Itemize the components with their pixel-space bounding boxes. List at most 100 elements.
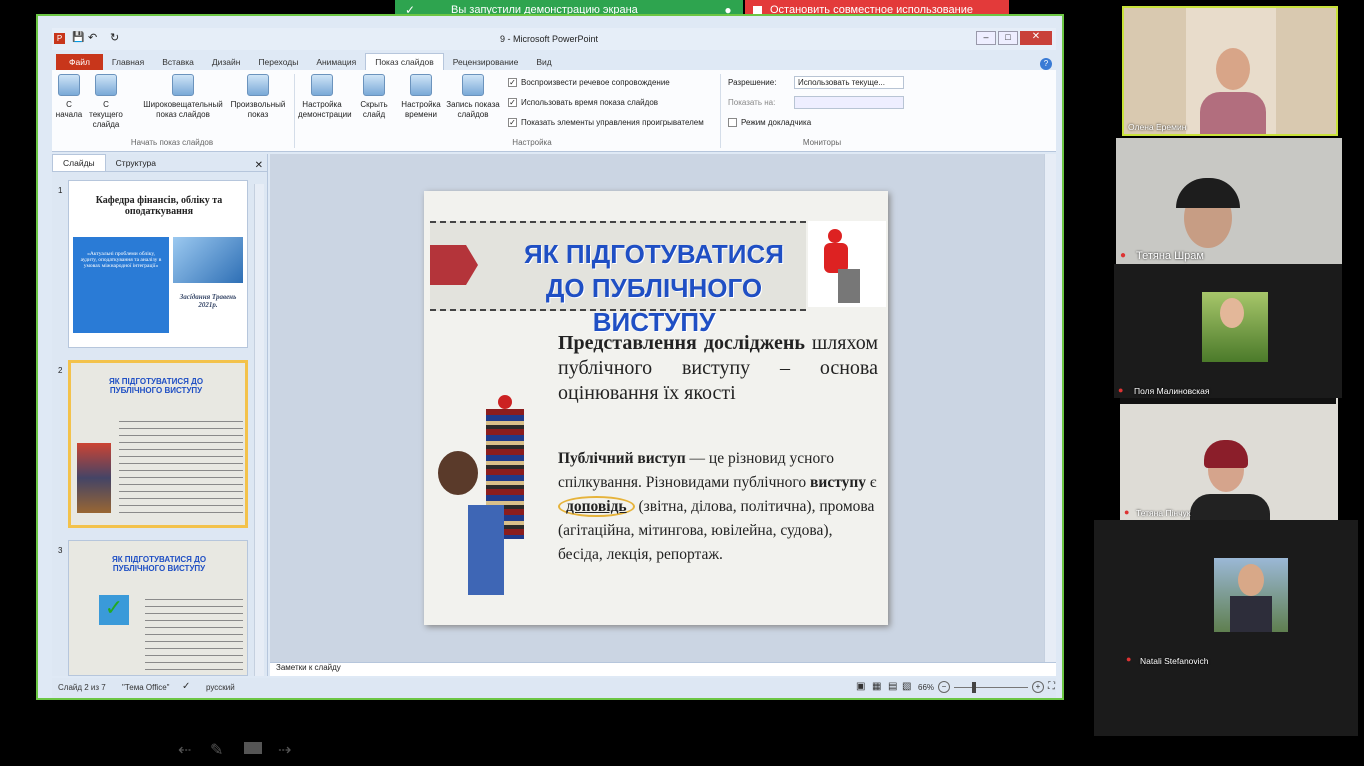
rehearse-timings-button[interactable]: Настройка времени (400, 74, 442, 120)
participant-name: Тетяна Шрам (1136, 250, 1204, 262)
slide-heading-line1: ЯК ПІДГОТУВАТИСЯ (524, 239, 784, 269)
tab-view[interactable]: Вид (527, 54, 560, 70)
group-label-monitors: Мониторы (802, 138, 842, 147)
tab-transitions[interactable]: Переходы (249, 54, 307, 70)
tab-design[interactable]: Дизайн (203, 54, 250, 70)
slideshow-view-icon[interactable]: ▧ (902, 681, 911, 692)
tab-review[interactable]: Рецензирование (444, 54, 528, 70)
custom-show-button[interactable]: Произвольный показ (228, 74, 288, 120)
narration-checkbox[interactable]: ✓ Воспроизвести речевое сопровождение (508, 78, 670, 87)
presenter-view-checkbox[interactable]: Режим докладчика (728, 118, 811, 127)
muted-mic-icon: ● (1124, 507, 1130, 517)
normal-view-icon[interactable]: ▣ (856, 681, 865, 692)
slide-thumbnail-3[interactable]: ЯК ПІДГОТУВАТИСЯ ДО ПУБЛІЧНОГО ВИСТУПУ ✓ (68, 540, 248, 676)
thumb-title: ЯК ПІДГОТУВАТИСЯ ДО ПУБЛІЧНОГО ВИСТУПУ (111, 555, 207, 573)
slide-heading-line2: ДО ПУБЛІЧНОГО ВИСТУПУ (545, 273, 763, 337)
zoom-level[interactable]: 66% (918, 683, 934, 692)
next-arrow-icon[interactable]: ⇢ (278, 740, 291, 760)
setup-show-button[interactable]: Настройка демонстрации (298, 74, 352, 120)
theme-name: "Тема Office" (122, 683, 170, 692)
slide-sorter-icon[interactable]: ▦ (872, 681, 881, 692)
participant-name: Natali Stefanovich (1140, 656, 1209, 666)
previous-arrow-icon[interactable]: ⇠ (178, 740, 191, 760)
books-stack-image (438, 395, 530, 595)
slide-scrollbar[interactable] (1044, 154, 1056, 662)
zoom-slider[interactable] (954, 687, 1028, 688)
ribbon-tabs: Файл Главная Вставка Дизайн Переходы Ани… (52, 50, 1056, 70)
from-current-button[interactable]: С текущего слайда (86, 74, 126, 130)
slides-pane: Слайды Структура ✕ 1 Кафедра фінансів, о… (52, 154, 268, 676)
thumb-number: 1 (58, 186, 63, 195)
slide-paragraph-1: Представлення досліджень шляхом публічно… (558, 332, 878, 404)
hide-slide-button[interactable]: Скрыть слайд (356, 74, 392, 120)
reading-view-icon[interactable]: ▤ (888, 681, 897, 692)
tab-home[interactable]: Главная (103, 54, 153, 70)
fit-to-window-icon[interactable]: ⛶ (1048, 681, 1055, 692)
restore-button[interactable]: □ (998, 31, 1018, 45)
thumb-number: 3 (58, 546, 63, 555)
window-title: 9 - Microsoft PowerPoint (500, 34, 599, 44)
muted-mic-icon: ● (1120, 250, 1127, 261)
screen-icon[interactable] (244, 742, 262, 754)
muted-mic-icon: ● (1118, 385, 1124, 395)
slide-thumbnail-2[interactable]: ЯК ПІДГОТУВАТИСЯ ДО ПУБЛІЧНОГО ВИСТУПУ (68, 360, 248, 528)
zoom-slider-thumb[interactable] (972, 682, 976, 693)
close-button[interactable]: ✕ (1020, 31, 1052, 45)
slide-thumbnail-1[interactable]: Кафедра фінансів, обліку та оподаткуванн… (68, 180, 248, 348)
thumb-computer-image (173, 237, 243, 283)
slide-paragraph-2: Публічний виступ — це різновид усного сп… (558, 450, 877, 563)
current-slide[interactable]: ЯК ПІДГОТУВАТИСЯ ДО ПУБЛІЧНОГО ВИСТУПУ П… (424, 191, 888, 625)
speaker-figure-image (808, 221, 886, 307)
help-icon[interactable]: ? (1040, 58, 1052, 70)
save-icon[interactable]: 💾 (72, 32, 84, 43)
broadcast-button[interactable]: Широковещательный показ слайдов (138, 74, 228, 120)
record-icon (462, 74, 484, 96)
tab-slides[interactable]: Слайды (52, 154, 106, 171)
pane-tabs: Слайды Структура ✕ (52, 154, 267, 172)
thumb-conference-box: «Актуальні проблеми обліку, аудиту, опод… (73, 237, 169, 333)
from-start-button[interactable]: С начала (54, 74, 84, 120)
thumb-number: 2 (58, 366, 63, 375)
checkbox-checked-icon: ✓ (508, 78, 517, 87)
spellcheck-icon[interactable]: ✓ (182, 681, 190, 692)
zoom-in-button[interactable]: + (1032, 681, 1044, 693)
powerpoint-window: P 💾 ↶ ↻ 9 - Microsoft PowerPoint – □ ✕ Ф… (36, 14, 1064, 700)
resolution-dropdown[interactable]: Использовать текуще... (794, 76, 904, 89)
participant-name: Тетяна Пінчук (1136, 508, 1191, 518)
record-show-button[interactable]: Запись показа слайдов (444, 74, 502, 120)
tab-slideshow[interactable]: Показ слайдов (365, 53, 444, 70)
participant-video-3[interactable]: ● Поля Малиновская (1114, 264, 1342, 398)
participant-name: Поля Малиновская (1134, 386, 1210, 396)
timings-checkbox[interactable]: ✓ Использовать время показа слайдов (508, 98, 658, 107)
resolution-label: Разрешение: (728, 78, 777, 87)
powerpoint-logo-icon: P (54, 33, 65, 44)
tab-animations[interactable]: Анимация (307, 54, 365, 70)
ribbon-separator (294, 74, 295, 148)
tab-insert[interactable]: Вставка (153, 54, 203, 70)
thumbnails-scrollbar[interactable] (254, 184, 264, 676)
broadcast-icon (172, 74, 194, 96)
notes-pane[interactable]: Заметки к слайду (270, 662, 1056, 676)
pen-icon[interactable]: ✎ (210, 740, 223, 760)
ribbon-separator (720, 74, 721, 148)
participant-video-1[interactable]: Олена Еремин (1122, 6, 1338, 136)
tab-outline[interactable]: Структура (106, 155, 166, 171)
participant-name: Олена Еремин (1128, 122, 1187, 132)
slideshow-icon (58, 74, 80, 96)
zoom-out-button[interactable]: − (938, 681, 950, 693)
show-on-label: Показать на: (728, 98, 776, 107)
undo-icon[interactable]: ↶ (88, 31, 97, 44)
minimize-button[interactable]: – (976, 31, 996, 45)
show-on-dropdown[interactable] (794, 96, 904, 109)
participant-video-5[interactable]: ● Natali Stefanovich (1094, 520, 1358, 736)
custom-show-icon (247, 74, 269, 96)
close-pane-icon[interactable]: ✕ (255, 160, 263, 171)
media-controls-checkbox[interactable]: ✓ Показать элементы управления проигрыват… (508, 118, 704, 127)
redo-icon[interactable]: ↻ (110, 31, 119, 44)
thumb-meeting-date: Засідання Травень 2021р. (179, 293, 237, 309)
participant-video-4[interactable]: ● Тетяна Пінчук (1120, 398, 1338, 520)
participant-video-2[interactable]: ● Тетяна Шрам (1116, 138, 1342, 264)
circled-word: доповідь (558, 496, 635, 517)
checkbox-checked-icon: ✓ (508, 98, 517, 107)
tab-file[interactable]: Файл (56, 54, 103, 70)
